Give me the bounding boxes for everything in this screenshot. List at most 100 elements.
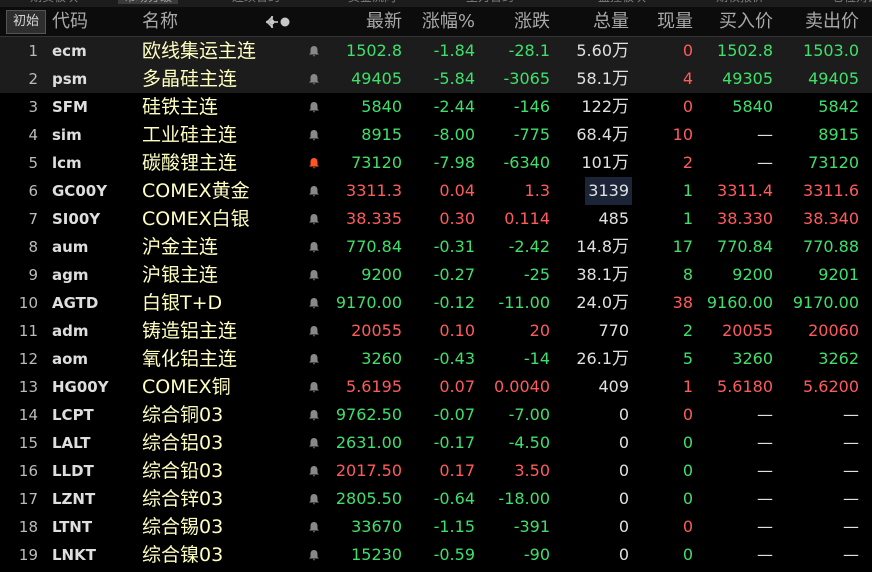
table-row[interactable]: 3 SFM 硅铁主连 5840 -2.44 -146 122万 0 5840 5842 (0, 93, 872, 121)
bell-icon[interactable] (308, 493, 320, 505)
col-header-latest[interactable]: 最新 (366, 7, 402, 36)
column-settings-icon[interactable] (266, 15, 292, 29)
col-header-pct[interactable]: 涨幅% (422, 7, 475, 36)
latest-price: 2017.50 (335, 461, 402, 480)
col-header-current[interactable]: 现量 (657, 7, 693, 36)
col-header-code[interactable]: 代码 (52, 7, 88, 36)
top-tab[interactable]: 期权报价 (716, 0, 764, 4)
col-header-ask[interactable]: 卖出价 (805, 7, 859, 36)
table-row[interactable]: 4 sim 工业硅主连 8915 -8.00 -775 68.4万 10 — 8915 (0, 121, 872, 149)
table-row[interactable]: 5 lcm 碳酸锂主连 73120 -7.98 -6340 101万 2 — 73120 (0, 149, 872, 177)
col-header-volume[interactable]: 总量 (593, 7, 629, 36)
ask-price: 73120 (808, 153, 859, 172)
volume-unit: 万 (612, 153, 629, 173)
contract-code: SFM (52, 98, 88, 116)
top-tab[interactable]: 主力合约 (466, 0, 514, 4)
row-index: 1 (28, 42, 38, 60)
table-row[interactable]: 7 SI00Y COMEX白银 38.335 0.30 0.114 485 1 38.330 38… (0, 205, 872, 233)
table-row[interactable]: 6 GC00Y COMEX黄金 3311.3 0.04 1.3 3139 1 3311.4 331… (0, 177, 872, 205)
bell-icon[interactable] (308, 73, 320, 85)
bell-icon[interactable] (308, 521, 320, 533)
bell-icon[interactable] (308, 129, 320, 141)
bell-icon[interactable] (308, 409, 320, 421)
table-row[interactable]: 2 psm 多晶硅主连 49405 -5.84 -3065 58.1万 4 49305 49405 (0, 65, 872, 93)
latest-price: 9170.00 (335, 293, 402, 312)
bid-price: — (757, 433, 773, 452)
ask-price: 1503.0 (803, 41, 859, 60)
table-row[interactable]: 19 LNKT 综合镍03 15230 -0.59 -90 0 0 — — (0, 541, 872, 569)
total-volume-value: 3139 (588, 181, 629, 200)
total-volume-value: 0 (618, 545, 629, 564)
table-row[interactable]: 1 ecm 欧线集运主连 1502.8 -1.84 -28.1 5.60万 0 1502.8 15… (0, 37, 872, 65)
latest-price: 3311.3 (346, 181, 402, 200)
bid-price: 3260 (732, 349, 773, 368)
table-row[interactable]: 18 LTNT 综合锡03 33670 -1.15 -391 0 0 — — (0, 513, 872, 541)
col-header-name[interactable]: 名称 (142, 7, 178, 36)
init-button[interactable]: 初始 (6, 10, 46, 34)
change-amount: -391 (513, 517, 550, 536)
total-volume-value: 0 (618, 517, 629, 536)
contract-code: agm (52, 266, 89, 284)
bid-price: 38.330 (717, 209, 773, 228)
table-row[interactable]: 15 LALT 综合铝03 2631.00 -0.17 -4.50 0 0 — — (0, 429, 872, 457)
current-volume: 38 (672, 293, 693, 312)
col-header-change[interactable]: 涨跌 (514, 7, 550, 36)
bell-icon[interactable] (308, 381, 320, 393)
bell-icon[interactable] (308, 185, 320, 197)
bell-icon[interactable] (308, 213, 320, 225)
contract-name: COMEX白银 (142, 208, 250, 230)
table-row[interactable]: 17 LZNT 综合锌03 2805.50 -0.64 -18.00 0 0 — — (0, 485, 872, 513)
table-row[interactable]: 13 HG00Y COMEX铜 5.6195 0.07 0.0040 409 1 5.6180 5… (0, 373, 872, 401)
top-tab[interactable]: 期货板块 (30, 0, 78, 4)
ask-price: 770.88 (803, 237, 859, 256)
bell-icon[interactable] (308, 241, 320, 253)
bell-icon[interactable] (308, 297, 320, 309)
col-header-bid[interactable]: 买入价 (719, 7, 773, 36)
table-row[interactable]: 12 aom 氧化铝主连 3260 -0.43 -14 26.1万 5 3260 3262 (0, 345, 872, 373)
change-amount: 20 (529, 321, 550, 340)
ask-price: — (843, 461, 859, 480)
top-tab[interactable]: 资金流向 (348, 0, 396, 4)
total-volume-value: 24.0 (576, 293, 612, 312)
row-index: 12 (18, 350, 38, 368)
ask-price: 5.6200 (803, 377, 859, 396)
row-index: 10 (18, 294, 38, 312)
change-amount: -11.00 (498, 293, 550, 312)
table-row[interactable]: 14 LCPT 综合铜03 9762.50 -0.07 -7.00 0 0 — — (0, 401, 872, 429)
top-tab[interactable]: 连续合约 (232, 0, 280, 4)
bell-icon[interactable] (308, 325, 320, 337)
table-row[interactable]: 11 adm 铸造铝主连 20055 0.10 20 770 2 20055 20060 (0, 317, 872, 345)
change-amount: -775 (513, 125, 550, 144)
ask-price: 38.340 (803, 209, 859, 228)
bell-icon[interactable] (308, 549, 320, 561)
latest-price: 5.6195 (346, 377, 402, 396)
bell-icon[interactable] (308, 353, 320, 365)
contract-code: lcm (52, 154, 82, 172)
bell-icon[interactable] (308, 45, 320, 57)
top-tab[interactable]: 市场分级 (118, 0, 179, 4)
ask-price: — (843, 517, 859, 536)
bid-price: — (757, 489, 773, 508)
bell-alert-icon[interactable] (308, 157, 320, 169)
total-volume: 68.4万 (576, 121, 629, 149)
bell-icon[interactable] (308, 269, 320, 281)
bell-icon[interactable] (308, 101, 320, 113)
table-row[interactable]: 10 AGTD 白银T+D 9170.00 -0.12 -11.00 24.0万 38 9160… (0, 289, 872, 317)
bid-price: — (757, 545, 773, 564)
row-index: 7 (28, 210, 38, 228)
row-index: 14 (18, 406, 38, 424)
table-row[interactable]: 9 agm 沪银主连 9200 -0.27 -25 38.1万 8 9200 9201 (0, 261, 872, 289)
bell-icon[interactable] (308, 437, 320, 449)
change-percent: -7.98 (433, 153, 475, 172)
total-volume: 122万 (581, 93, 629, 121)
top-tab[interactable]: 仓位对比 (832, 0, 872, 4)
change-amount: 0.0040 (494, 377, 550, 396)
change-amount: -90 (523, 545, 550, 564)
bell-icon[interactable] (308, 465, 320, 477)
contract-code: SI00Y (52, 210, 101, 228)
table-row[interactable]: 16 LLDT 综合铅03 2017.50 0.17 3.50 0 0 — — (0, 457, 872, 485)
change-amount: -25 (523, 265, 550, 284)
top-tab[interactable]: 监控板块 (598, 0, 646, 4)
table-row[interactable]: 8 aum 沪金主连 770.84 -0.31 -2.42 14.8万 17 770.84 770… (0, 233, 872, 261)
contract-code: GC00Y (52, 182, 108, 200)
